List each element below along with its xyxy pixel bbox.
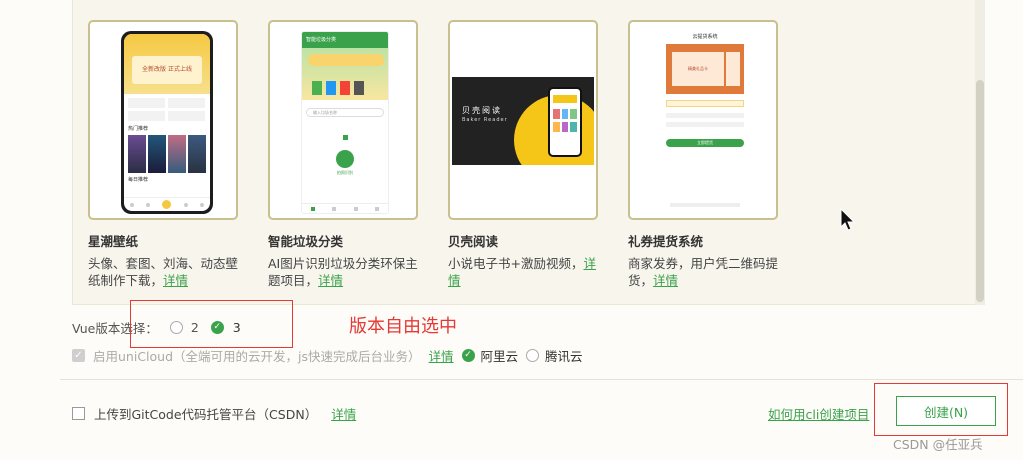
gitcode-row: 上传到GitCode代码托管平台（CSDN） 详情 — [72, 404, 356, 423]
screen-header: 云提货系统 — [692, 34, 718, 40]
unicloud-checkbox[interactable]: ✓ — [72, 349, 85, 362]
tencent-radio[interactable] — [526, 349, 540, 362]
unicloud-row: ✓ 启用uniCloud（全端可用的云开发，js快速完成后台业务） 详情 ✓ 阿… — [72, 346, 583, 365]
banner-text: 全新改版 正式上线 — [132, 56, 202, 84]
screen-button: 立即提货 — [666, 139, 744, 147]
template-desc: 头像、套图、刘海、动态壁纸制作下载，详情 — [88, 256, 239, 288]
annotation-text: 版本自由选中 — [349, 316, 457, 337]
annotation-box-vue — [130, 300, 293, 348]
detail-link[interactable]: 详情 — [318, 273, 343, 288]
create-button[interactable]: 创建(N) — [896, 396, 996, 426]
template-thumbnail[interactable]: 全新改版 正式上线 热门推荐 每日推荐 — [88, 20, 238, 220]
cli-help-link[interactable]: 如何用cli创建项目 — [768, 404, 869, 423]
section-label: 热门推荐 — [128, 126, 149, 132]
section-label-2: 每日推荐 — [128, 177, 149, 183]
scrollbar-thumb[interactable] — [976, 80, 984, 302]
template-title: 贝壳阅读 — [448, 234, 499, 249]
template-desc: 商家发券，用户凭二维码提货，详情 — [628, 256, 779, 288]
mouse-cursor-icon — [840, 208, 856, 231]
gitcode-detail-link[interactable]: 详情 — [331, 404, 356, 423]
detail-link[interactable]: 详情 — [163, 273, 188, 288]
template-thumbnail[interactable]: 云提货系统 精美礼品卡 立即提货 — [628, 20, 778, 220]
template-card-reader[interactable]: 贝壳阅读 Baker Reader 贝壳阅读 小说电子书+激励视频，详情 — [448, 20, 598, 289]
footer-divider — [60, 379, 1023, 380]
watermark: CSDN @任亚兵 — [893, 437, 983, 452]
tencent-label[interactable]: 腾讯云 — [545, 346, 583, 365]
template-card-garbage[interactable]: 智能垃圾分类 输入垃圾名称 拍照识别 智能垃圾分类 AI图片识别垃圾分类环保主题… — [268, 20, 418, 289]
aliyun-label[interactable]: 阿里云 — [481, 346, 519, 365]
unicloud-detail-link[interactable]: 详情 — [429, 346, 454, 365]
template-title: 星潮壁纸 — [88, 234, 139, 249]
template-card-wallpaper[interactable]: 全新改版 正式上线 热门推荐 每日推荐 星潮壁纸 头像、套图、刘海、动态壁纸制作… — [88, 20, 238, 289]
unicloud-label: 启用uniCloud（全端可用的云开发，js快速完成后台业务） — [93, 349, 421, 364]
gitcode-checkbox[interactable] — [72, 407, 85, 420]
detail-link[interactable]: 详情 — [653, 273, 678, 288]
template-title: 智能垃圾分类 — [268, 234, 344, 249]
screen-subtitle: Baker Reader — [462, 117, 508, 123]
template-title: 礼券提货系统 — [628, 234, 704, 249]
screen-title: 贝壳阅读 — [462, 106, 502, 115]
screen-coupon: 精美礼品卡 — [672, 52, 724, 86]
screen-header: 智能垃圾分类 — [302, 32, 388, 48]
template-thumbnail[interactable]: 贝壳阅读 Baker Reader — [448, 20, 598, 220]
template-card-coupon[interactable]: 云提货系统 精美礼品卡 立即提货 礼券提货系统 商家发券，用户凭二维码提货，详情 — [628, 20, 778, 289]
template-thumbnail[interactable]: 智能垃圾分类 输入垃圾名称 拍照识别 — [268, 20, 418, 220]
screen-search: 输入垃圾名称 — [306, 108, 384, 117]
screen-camera-label: 拍照识别 — [337, 170, 353, 175]
gitcode-label: 上传到GitCode代码托管平台（CSDN） — [94, 407, 318, 422]
template-desc: 小说电子书+激励视频，详情 — [448, 256, 596, 288]
template-desc: AI图片识别垃圾分类环保主题项目，详情 — [268, 256, 418, 288]
aliyun-radio-checked[interactable]: ✓ — [461, 349, 475, 362]
